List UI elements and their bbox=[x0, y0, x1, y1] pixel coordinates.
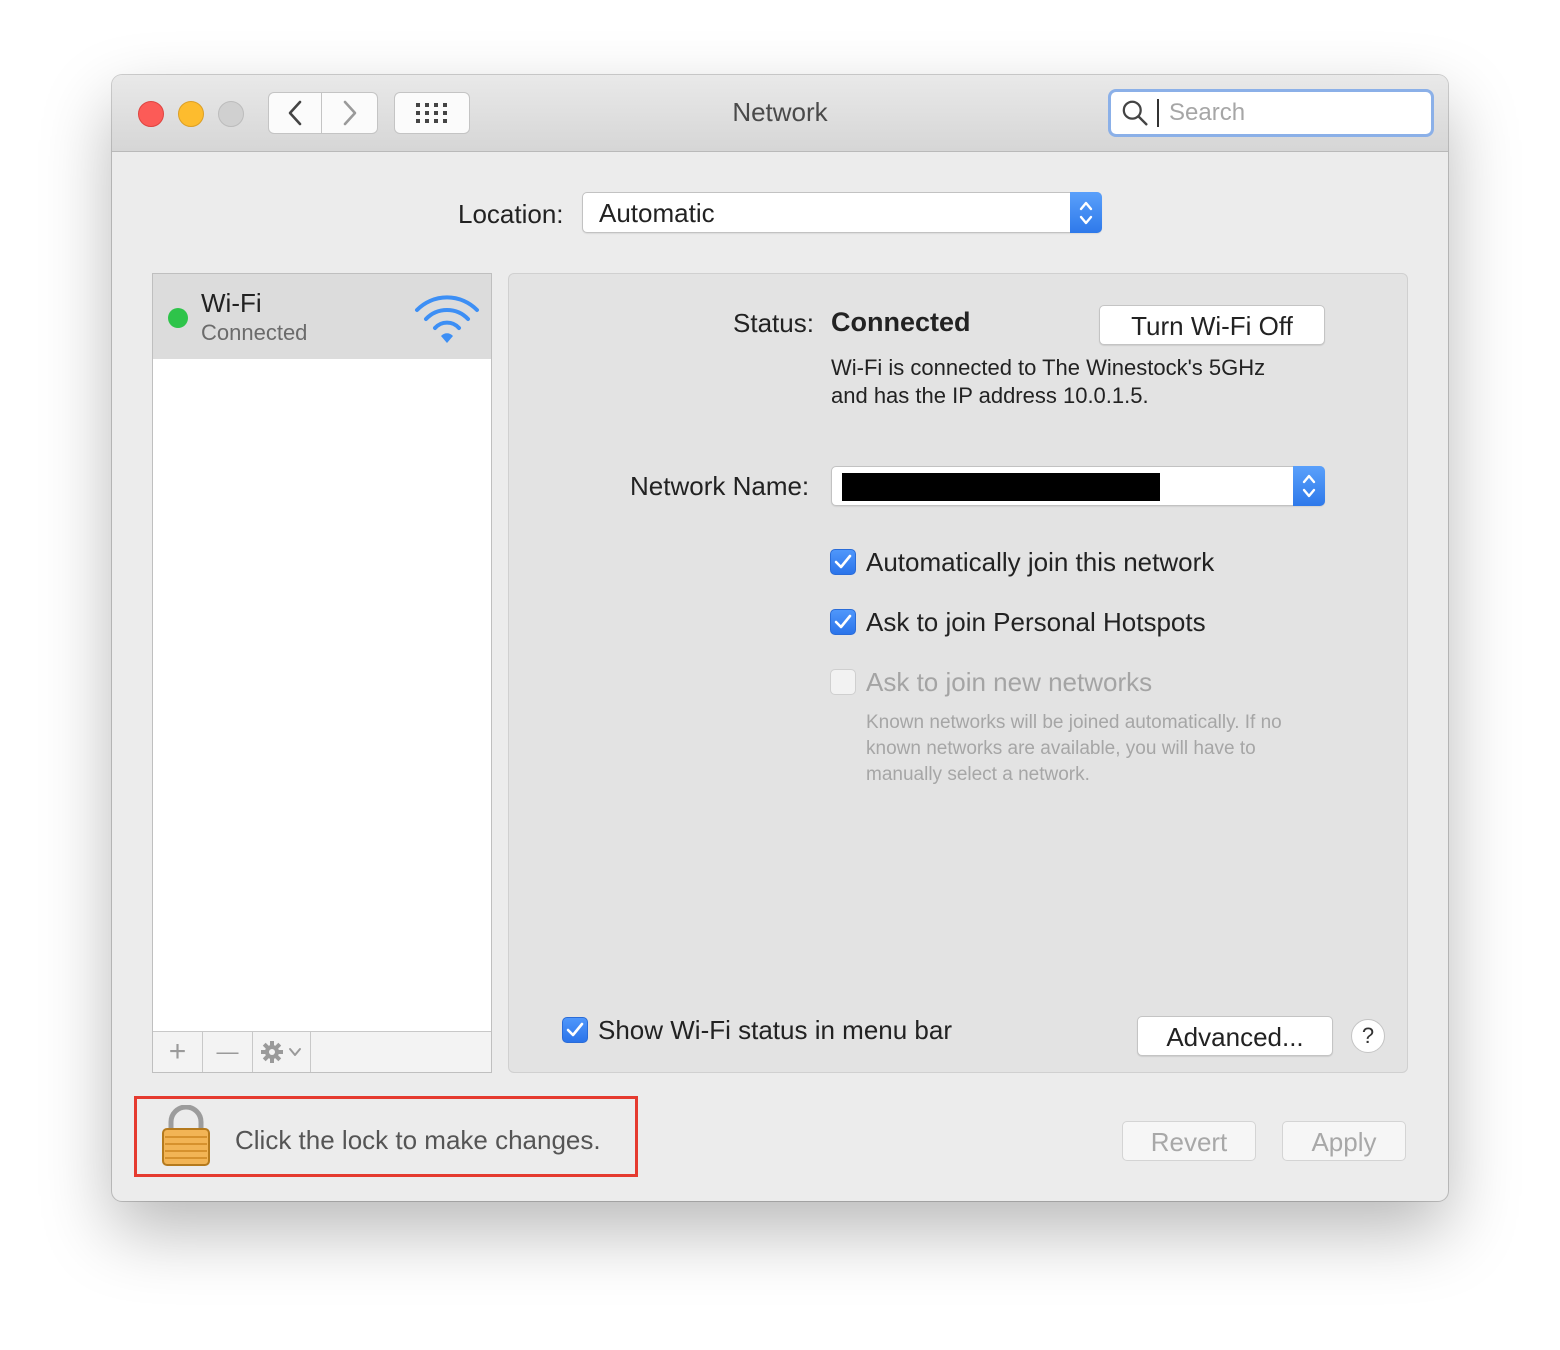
status-description-line-2: and has the IP address 10.0.1.5. bbox=[831, 383, 1149, 408]
checkmark-icon bbox=[834, 614, 852, 629]
redacted-network-name bbox=[842, 473, 1160, 501]
service-name: Wi-Fi bbox=[201, 288, 262, 318]
advanced-button[interactable]: Advanced... bbox=[1137, 1016, 1333, 1056]
search-icon bbox=[1122, 100, 1148, 126]
status-description-line-1: Wi-Fi is connected to The Winestock's 5G… bbox=[831, 355, 1266, 380]
search-input[interactable] bbox=[1167, 98, 1431, 128]
title-bar: Network bbox=[112, 75, 1448, 152]
network-name-popup-arrows bbox=[1293, 466, 1325, 506]
ask-new-networks-help-text: Known networks will be joined automatica… bbox=[866, 712, 1282, 785]
service-status: Connected bbox=[201, 320, 308, 345]
checkmark-icon bbox=[566, 1022, 584, 1037]
up-down-arrows-icon bbox=[1302, 474, 1316, 498]
status-value: Connected bbox=[831, 307, 971, 337]
location-label: Location: bbox=[458, 199, 564, 229]
up-down-arrows-icon bbox=[1079, 201, 1093, 224]
minus-icon: — bbox=[216, 1039, 239, 1064]
wifi-detail-pane: Status: Connected Turn Wi-Fi Off Wi-Fi i… bbox=[508, 273, 1408, 1073]
apply-button[interactable]: Apply bbox=[1282, 1121, 1406, 1161]
status-label: Status: bbox=[733, 308, 814, 338]
status-description: Wi-Fi is connected to The Winestock's 5G… bbox=[831, 354, 1331, 410]
network-name-label: Network Name: bbox=[630, 471, 810, 501]
ask-new-networks-checkbox bbox=[830, 669, 856, 695]
service-item-wifi[interactable]: Wi-Fi Connected bbox=[153, 274, 491, 359]
add-service-button[interactable]: + bbox=[153, 1032, 203, 1072]
connected-status-dot bbox=[168, 308, 188, 328]
service-list-toolbar: + — bbox=[153, 1031, 491, 1072]
wifi-icon bbox=[415, 295, 479, 343]
lock-message: Click the lock to make changes. bbox=[235, 1125, 601, 1155]
show-wifi-status-label[interactable]: Show Wi-Fi status in menu bar bbox=[598, 1015, 952, 1046]
help-button[interactable]: ? bbox=[1351, 1019, 1385, 1053]
gear-icon bbox=[260, 1041, 301, 1063]
location-popup-arrows bbox=[1070, 192, 1102, 233]
remove-service-button[interactable]: — bbox=[203, 1032, 253, 1072]
lock-icon[interactable] bbox=[161, 1105, 211, 1167]
plus-icon: + bbox=[168, 1035, 187, 1068]
network-preferences-window: Network Location: Automatic Wi-Fi Connec… bbox=[112, 75, 1448, 1201]
auto-join-label[interactable]: Automatically join this network bbox=[866, 547, 1214, 578]
personal-hotspots-label[interactable]: Ask to join Personal Hotspots bbox=[866, 607, 1206, 638]
auto-join-checkbox[interactable] bbox=[830, 549, 856, 575]
service-actions-button[interactable] bbox=[253, 1032, 311, 1072]
checkmark-icon bbox=[834, 554, 852, 569]
ask-new-networks-label: Ask to join new networks bbox=[866, 667, 1153, 697]
location-value: Automatic bbox=[599, 198, 715, 228]
lock-highlight[interactable]: Click the lock to make changes. bbox=[134, 1096, 638, 1177]
show-wifi-status-checkbox[interactable] bbox=[562, 1017, 588, 1043]
service-list: Wi-Fi Connected + — bbox=[152, 273, 492, 1073]
text-caret bbox=[1157, 99, 1159, 127]
location-popup[interactable]: Automatic bbox=[582, 192, 1102, 233]
search-field[interactable] bbox=[1108, 89, 1434, 137]
network-name-popup[interactable] bbox=[831, 466, 1325, 506]
personal-hotspots-checkbox[interactable] bbox=[830, 609, 856, 635]
turn-wifi-off-button[interactable]: Turn Wi-Fi Off bbox=[1099, 305, 1325, 345]
revert-button[interactable]: Revert bbox=[1122, 1121, 1256, 1161]
